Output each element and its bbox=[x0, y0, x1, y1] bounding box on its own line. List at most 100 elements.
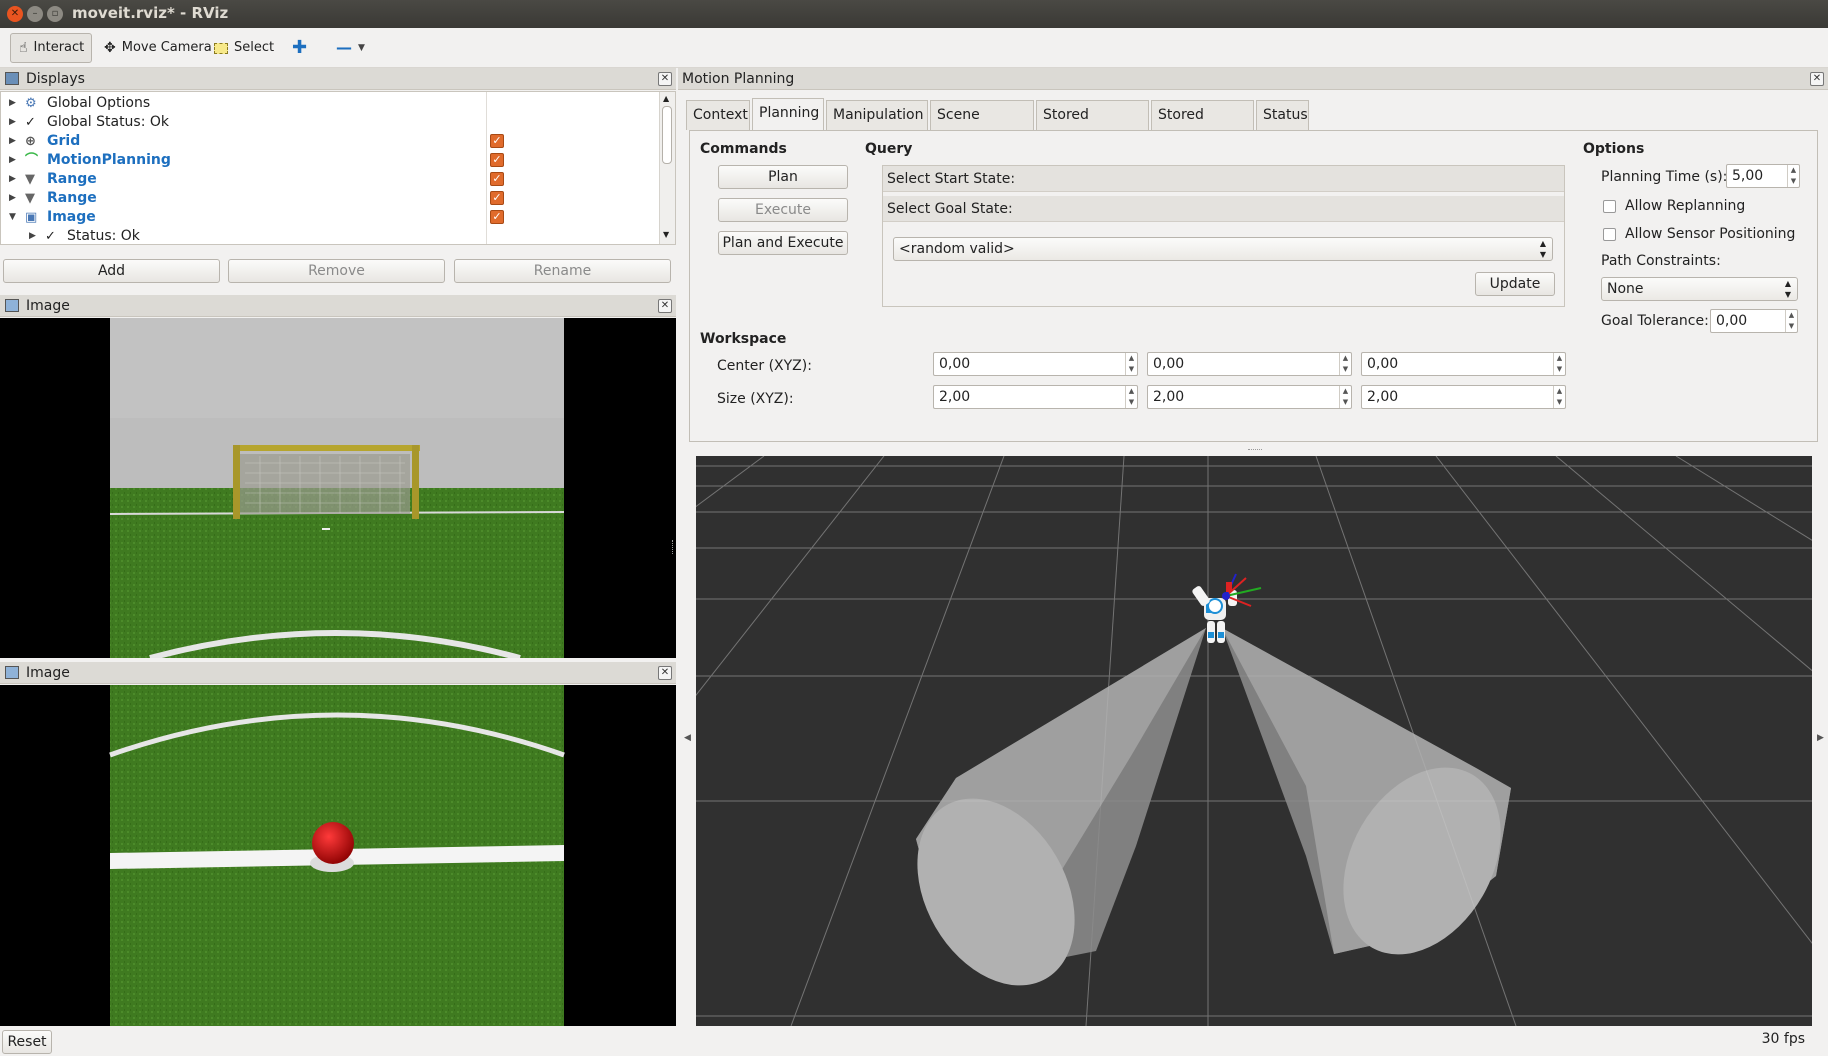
tab-manipulation[interactable]: Manipulation bbox=[826, 100, 928, 130]
dropdown-arrow-icon: ▼ bbox=[358, 43, 365, 53]
expanded-arrow-icon[interactable]: ▼ bbox=[9, 208, 16, 227]
update-button[interactable]: Update bbox=[1475, 272, 1555, 296]
add-display-button[interactable]: Add bbox=[3, 259, 220, 283]
image-panel-1-title: Image bbox=[26, 298, 70, 314]
displays-title: Displays bbox=[26, 71, 85, 87]
rename-display-button[interactable]: Rename bbox=[454, 259, 671, 283]
remove-display-button[interactable]: Remove bbox=[228, 259, 445, 283]
start-state-header[interactable]: Select Start State: bbox=[883, 166, 1564, 192]
collapsed-arrow-icon[interactable]: ▶ bbox=[29, 227, 36, 246]
spin-arrows-icon[interactable]: ▲ ▼ bbox=[1553, 353, 1565, 375]
spin-arrows-icon[interactable]: ▲ ▼ bbox=[1339, 353, 1351, 375]
image-panel-1-close-button[interactable]: ✕ bbox=[658, 299, 672, 313]
display-item[interactable]: ▶ ⚙ Global Options bbox=[1, 94, 657, 113]
remove-tool-button[interactable]: — ▼ bbox=[328, 33, 373, 63]
tab-planning[interactable]: Planning bbox=[752, 98, 824, 132]
plan-and-execute-button[interactable]: Plan and Execute bbox=[718, 231, 848, 255]
image-icon bbox=[5, 299, 19, 312]
3d-render-view[interactable] bbox=[696, 456, 1812, 1026]
select-tool-button[interactable]: Select bbox=[206, 33, 282, 63]
path-constraints-combo[interactable]: None ▲ ▼ bbox=[1601, 277, 1798, 301]
display-item[interactable]: ▶ ▼ Range ✓ bbox=[1, 189, 657, 208]
center-y-spinbox[interactable]: 0,00 ▲ ▼ bbox=[1147, 352, 1352, 376]
spin-arrows-icon[interactable]: ▲ ▼ bbox=[1553, 386, 1565, 408]
displays-tree[interactable]: ▶ ⚙ Global Options ▶ ✓ Global Status: Ok ▶ ⊕ Gri… bbox=[0, 91, 676, 245]
displays-close-button[interactable]: ✕ bbox=[658, 72, 672, 86]
allow-sensor-positioning-checkbox[interactable] bbox=[1603, 228, 1616, 241]
red-ball bbox=[312, 822, 354, 864]
display-item[interactable]: ▶ ⌒ MotionPlanning ✓ bbox=[1, 151, 657, 170]
collapsed-arrow-icon[interactable]: ▶ bbox=[9, 189, 16, 208]
plan-button[interactable]: Plan bbox=[718, 165, 848, 189]
scroll-down-arrow[interactable]: ▼ bbox=[663, 230, 669, 239]
execute-button[interactable]: Execute bbox=[718, 198, 848, 222]
collapsed-arrow-icon[interactable]: ▶ bbox=[9, 113, 16, 132]
enabled-checkbox[interactable]: ✓ bbox=[490, 191, 504, 205]
spin-arrows-icon[interactable]: ▲ ▼ bbox=[1787, 165, 1799, 187]
display-item[interactable]: ▶ ⊕ Grid ✓ bbox=[1, 132, 657, 151]
reset-button[interactable]: Reset bbox=[2, 1030, 52, 1054]
enabled-checkbox[interactable]: ✓ bbox=[490, 172, 504, 186]
scroll-up-arrow[interactable]: ▲ bbox=[663, 94, 669, 103]
splitter-handle[interactable] bbox=[672, 540, 676, 554]
left-collapse-arrow[interactable]: ◀ bbox=[684, 733, 691, 743]
display-item[interactable]: ▼ ▣ Image ✓ bbox=[1, 208, 657, 227]
range-icon: ▼ bbox=[25, 191, 35, 206]
size-y-spinbox[interactable]: 2,00 ▲ ▼ bbox=[1147, 385, 1352, 409]
tab-status[interactable]: Status bbox=[1256, 100, 1309, 130]
goal-tolerance-spinbox[interactable]: 0,00 ▲ ▼ bbox=[1710, 309, 1798, 333]
allow-replanning-label[interactable]: Allow Replanning bbox=[1625, 198, 1745, 214]
planning-time-spinbox[interactable]: 5,00 ▲ ▼ bbox=[1726, 164, 1800, 188]
enabled-checkbox[interactable]: ✓ bbox=[490, 153, 504, 167]
right-collapse-arrow[interactable]: ▶ bbox=[1817, 733, 1824, 743]
move-camera-tool-button[interactable]: ✥ Move Camera bbox=[96, 33, 220, 63]
spin-arrows-icon[interactable]: ▲ ▼ bbox=[1339, 386, 1351, 408]
close-window-button[interactable]: ✕ bbox=[7, 6, 23, 22]
planning-time-label: Planning Time (s): bbox=[1601, 169, 1728, 185]
tree-scrollbar[interactable]: ▲ ▼ bbox=[659, 92, 675, 244]
goal-state-header[interactable]: Select Goal State: bbox=[883, 196, 1564, 222]
image-panel-2-close-button[interactable]: ✕ bbox=[658, 666, 672, 680]
add-tool-button[interactable]: ✚ bbox=[284, 33, 315, 63]
collapsed-arrow-icon[interactable]: ▶ bbox=[9, 132, 16, 151]
interact-tool-button[interactable]: ☝ Interact bbox=[10, 33, 92, 63]
tab-stored-states[interactable]: Stored States bbox=[1151, 100, 1254, 151]
move-camera-label: Move Camera bbox=[121, 40, 212, 55]
motion-planning-close-button[interactable]: ✕ bbox=[1810, 72, 1824, 86]
center-z-spinbox[interactable]: 0,00 ▲ ▼ bbox=[1361, 352, 1566, 376]
scrollbar-thumb[interactable] bbox=[662, 106, 672, 164]
spin-arrows-icon[interactable]: ▲ ▼ bbox=[1125, 386, 1137, 408]
center-z-value: 0,00 bbox=[1367, 356, 1399, 372]
splitter-handle-horizontal[interactable] bbox=[1248, 449, 1262, 452]
size-z-value: 2,00 bbox=[1367, 389, 1399, 405]
size-z-spinbox[interactable]: 2,00 ▲ ▼ bbox=[1361, 385, 1566, 409]
allow-replanning-checkbox[interactable] bbox=[1603, 200, 1616, 213]
allow-sensor-positioning-label[interactable]: Allow Sensor Positioning bbox=[1625, 226, 1795, 242]
display-item-label: MotionPlanning bbox=[47, 152, 171, 168]
collapsed-arrow-icon[interactable]: ▶ bbox=[9, 170, 16, 189]
display-item[interactable]: ▶ ▼ Range ✓ bbox=[1, 170, 657, 189]
collapsed-arrow-icon[interactable]: ▶ bbox=[9, 94, 16, 113]
tab-scene-objects[interactable]: Scene Objects bbox=[930, 100, 1034, 151]
checkmark-icon: ✓ bbox=[45, 229, 56, 244]
minimize-window-button[interactable]: – bbox=[27, 6, 43, 22]
size-x-spinbox[interactable]: 2,00 ▲ ▼ bbox=[933, 385, 1138, 409]
center-x-spinbox[interactable]: 0,00 ▲ ▼ bbox=[933, 352, 1138, 376]
tab-context[interactable]: Context bbox=[686, 100, 750, 130]
spin-arrows-icon[interactable]: ▲ ▼ bbox=[1125, 353, 1137, 375]
displays-panel-header: Displays ✕ bbox=[0, 68, 676, 90]
display-item[interactable]: ▶ ✓ Status: Ok bbox=[1, 227, 657, 246]
display-item-label: Global Options bbox=[47, 95, 151, 111]
collapsed-arrow-icon[interactable]: ▶ bbox=[9, 151, 16, 170]
goal-state-combo[interactable]: <random valid> ▲ ▼ bbox=[893, 237, 1553, 261]
enabled-checkbox[interactable]: ✓ bbox=[490, 134, 504, 148]
tree-column-divider bbox=[486, 92, 487, 244]
tab-stored-scenes[interactable]: Stored Scenes bbox=[1036, 100, 1149, 151]
display-item[interactable]: ▶ ✓ Global Status: Ok bbox=[1, 113, 657, 132]
range-icon: ▼ bbox=[25, 172, 35, 187]
select-rectangle-icon bbox=[214, 42, 228, 54]
soccer-goal bbox=[233, 445, 420, 519]
enabled-checkbox[interactable]: ✓ bbox=[490, 210, 504, 224]
maximize-window-button[interactable]: ▫ bbox=[47, 6, 63, 22]
spin-arrows-icon[interactable]: ▲ ▼ bbox=[1785, 310, 1797, 332]
